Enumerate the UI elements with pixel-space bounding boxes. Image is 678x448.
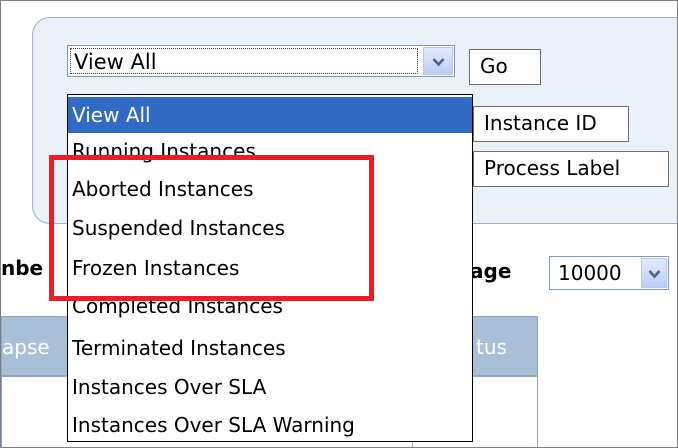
option-instances-over-sla[interactable]: Instances Over SLA — [68, 369, 472, 405]
screenshot-frame: View All Go Instance ID Process Label nb… — [0, 0, 678, 448]
select-dropdown-button[interactable] — [423, 47, 453, 75]
chevron-down-icon — [648, 270, 661, 279]
rows-per-page-label: age — [470, 259, 512, 283]
select-current-value: View All — [74, 50, 157, 74]
instance-filter-select[interactable]: View All — [67, 45, 455, 77]
go-button[interactable]: Go — [469, 49, 541, 85]
page-size-dropdown-button[interactable] — [641, 258, 667, 288]
results-count-label: nbe — [1, 256, 44, 280]
page-size-value: 10000 — [558, 261, 622, 285]
instance-id-button[interactable]: Instance ID — [473, 106, 629, 142]
option-view-all[interactable]: View All — [68, 97, 472, 133]
process-label-button[interactable]: Process Label — [473, 151, 669, 187]
status-column-header[interactable]: tus — [476, 335, 507, 359]
option-instances-over-sla-warning[interactable]: Instances Over SLA Warning — [68, 407, 472, 443]
page-size-select[interactable]: 10000 — [549, 256, 669, 290]
elapsed-column-header[interactable]: apse — [2, 335, 50, 359]
red-highlight-box — [49, 155, 374, 301]
chevron-down-icon — [432, 58, 445, 67]
option-terminated-instances[interactable]: Terminated Instances — [68, 330, 472, 366]
